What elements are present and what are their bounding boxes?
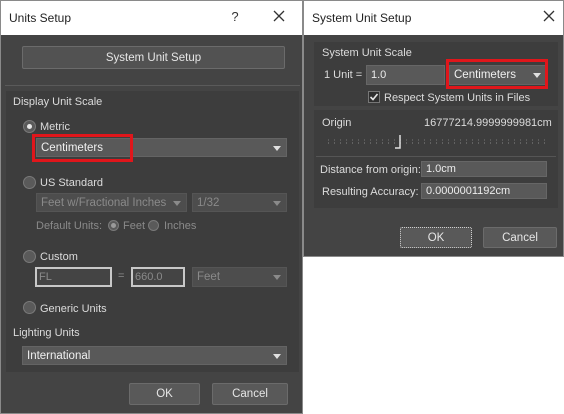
units-setup-dialog: Units Setup ? System Unit Setup Display …: [0, 0, 303, 414]
one-unit-label: 1 Unit =: [324, 69, 363, 81]
one-unit-field[interactable]: 1.0: [366, 65, 445, 85]
lighting-units-dropdown[interactable]: International: [22, 346, 287, 365]
checkmark-icon: [369, 93, 379, 101]
custom-name-field[interactable]: FL: [35, 267, 112, 287]
metric-highlight-box: [32, 134, 133, 162]
slider-thumb-icon: [395, 135, 401, 149]
units-setup-cancel-button[interactable]: Cancel: [212, 383, 288, 405]
metric-label: Metric: [40, 121, 70, 133]
units-setup-title: Units Setup: [9, 11, 72, 25]
custom-name-value: FL: [39, 271, 52, 283]
lighting-units-value: International: [27, 349, 91, 362]
inches-radio[interactable]: [148, 220, 159, 231]
us-standard-label: US Standard: [40, 177, 103, 189]
inches-label: Inches: [164, 220, 197, 232]
accuracy-label: Resulting Accuracy:: [322, 186, 419, 198]
system-unit-setup-titlebar: System Unit Setup: [304, 1, 563, 35]
custom-unit-value: Feet: [197, 271, 221, 283]
custom-amount-value: 660.0: [135, 271, 163, 283]
system-unit-cancel-button[interactable]: Cancel: [483, 227, 557, 248]
close-button[interactable]: [264, 5, 294, 27]
feet-radio[interactable]: [108, 220, 119, 231]
close-button[interactable]: [534, 5, 563, 27]
origin-value: 16777214.9999999981cm: [424, 117, 552, 129]
system-unit-highlight-box: [446, 59, 548, 89]
help-button[interactable]: ?: [220, 5, 250, 27]
generic-units-radio[interactable]: [23, 301, 36, 314]
custom-equals: =: [118, 270, 125, 282]
units-setup-titlebar: Units Setup ?: [1, 1, 302, 35]
origin-label: Origin: [322, 117, 352, 129]
us-standard-radio[interactable]: [23, 176, 36, 189]
custom-unit-dropdown[interactable]: Feet: [192, 267, 287, 287]
dropdown-arrow-icon: [273, 145, 281, 151]
custom-radio[interactable]: [23, 250, 36, 263]
cancel-label: Cancel: [502, 231, 538, 244]
system-unit-setup-dialog: System Unit Setup System Unit Scale 1 Un…: [303, 0, 564, 257]
origin-slider[interactable]: [326, 134, 548, 152]
system-unit-setup-button[interactable]: System Unit Setup: [22, 46, 285, 69]
custom-label: Custom: [40, 251, 78, 263]
fraction-value: 1/32: [197, 196, 220, 209]
divider: [5, 85, 300, 86]
close-icon: [273, 10, 285, 22]
system-unit-setup-title: System Unit Setup: [312, 11, 412, 25]
system-unit-ok-button[interactable]: OK: [400, 227, 472, 248]
ok-label: OK: [156, 388, 173, 400]
lighting-units-label: Lighting Units: [13, 327, 80, 339]
fraction-dropdown[interactable]: 1/32: [192, 193, 287, 212]
close-icon: [543, 10, 555, 22]
us-standard-dropdown[interactable]: Feet w/Fractional Inches: [36, 193, 187, 212]
dropdown-arrow-icon: [273, 200, 281, 206]
origin-divider: [316, 156, 556, 157]
accuracy-field: 0.0000001192cm: [421, 183, 547, 199]
generic-units-label: Generic Units: [40, 303, 107, 315]
respect-system-units-checkbox[interactable]: [368, 91, 380, 103]
respect-system-units-label: Respect System Units in Files: [384, 92, 531, 104]
default-units-label: Default Units:: [36, 220, 103, 232]
feet-label: Feet: [123, 220, 146, 232]
dropdown-arrow-icon: [173, 200, 181, 206]
system-unit-scale-label: System Unit Scale: [322, 47, 412, 59]
system-unit-setup-button-label: System Unit Setup: [105, 51, 202, 64]
dropdown-arrow-icon: [273, 353, 281, 359]
distance-label: Distance from origin:: [320, 164, 421, 176]
metric-radio[interactable]: [23, 120, 36, 133]
one-unit-value: 1.0: [371, 69, 387, 81]
dropdown-arrow-icon: [273, 275, 281, 280]
distance-value: 1.0cm: [426, 163, 456, 175]
us-standard-value: Feet w/Fractional Inches: [41, 196, 167, 209]
cancel-label: Cancel: [232, 388, 268, 400]
display-unit-scale-label: Display Unit Scale: [13, 96, 103, 108]
distance-field[interactable]: 1.0cm: [421, 161, 547, 177]
units-setup-ok-button[interactable]: OK: [129, 383, 200, 405]
custom-amount-field[interactable]: 660.0: [131, 267, 185, 287]
accuracy-value: 0.0000001192cm: [426, 185, 511, 197]
help-icon: ?: [231, 8, 239, 24]
ok-label: OK: [427, 231, 445, 244]
